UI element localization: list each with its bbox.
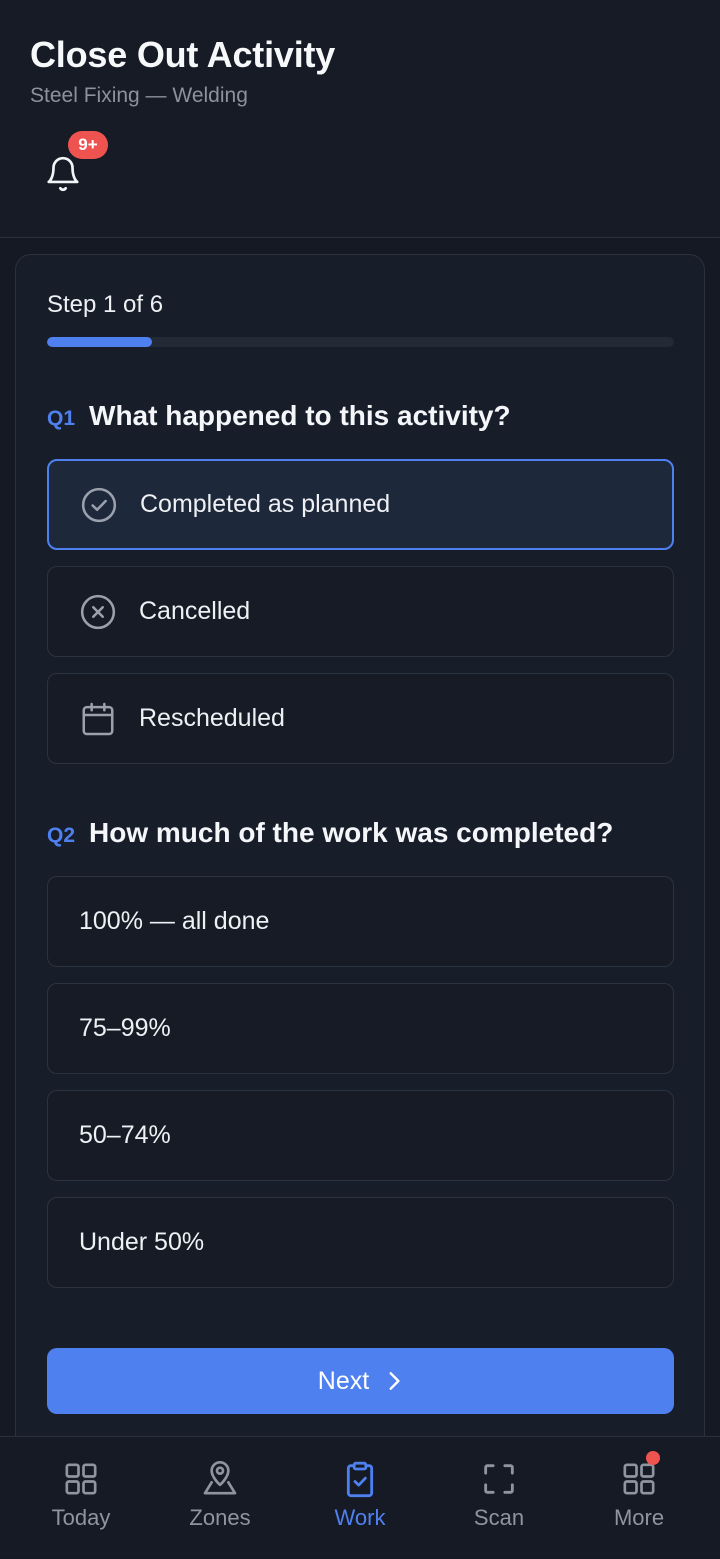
page-subtitle: Steel Fixing — Welding — [30, 84, 248, 107]
option-100-percent[interactable]: 100% — all done — [47, 876, 674, 967]
question-1: Q1 What happened to this activity? — [47, 400, 511, 432]
option-rescheduled[interactable]: Rescheduled — [47, 673, 674, 764]
option-label: 75–99% — [79, 1014, 171, 1042]
clipboard-check-icon — [346, 1461, 374, 1498]
next-label: Next — [317, 1366, 370, 1395]
check-circle-icon — [79, 485, 119, 525]
bell-icon — [47, 156, 79, 192]
calendar-icon — [78, 699, 118, 739]
tab-label: Work — [334, 1505, 386, 1530]
app-header: Close Out Activity Steel Fixing — Weldin… — [0, 0, 720, 238]
question-number: Q2 — [47, 824, 76, 847]
option-label: 100% — all done — [79, 907, 270, 935]
progress-bar — [47, 337, 674, 347]
question-number: Q1 — [47, 407, 76, 430]
scan-frame-icon — [484, 1464, 514, 1494]
tab-label: Today — [51, 1505, 111, 1530]
tab-work[interactable]: Work — [288, 1437, 432, 1559]
option-label: Cancelled — [139, 597, 251, 625]
tab-today[interactable]: Today — [9, 1437, 153, 1559]
grid-icon — [65, 1463, 97, 1495]
question-text: How much of the work was completed? — [89, 817, 614, 848]
next-button[interactable]: Next — [47, 1348, 674, 1414]
more-notification-dot — [646, 1451, 660, 1465]
option-label: Under 50% — [79, 1228, 205, 1256]
map-pin-icon — [203, 1461, 237, 1495]
tab-scan[interactable]: Scan — [427, 1437, 571, 1559]
option-label: Rescheduled — [139, 704, 285, 732]
question-text: What happened to this activity? — [89, 400, 511, 431]
notification-badge: 9+ — [68, 131, 108, 159]
tab-label: Zones — [189, 1505, 251, 1530]
x-circle-icon — [78, 592, 118, 632]
page-title: Close Out Activity — [30, 34, 336, 75]
option-cancelled[interactable]: Cancelled — [47, 566, 674, 657]
question-2: Q2 How much of the work was completed? — [47, 817, 613, 849]
tab-more[interactable]: More — [567, 1437, 711, 1559]
chevron-right-icon — [389, 1372, 400, 1390]
tab-zones[interactable]: Zones — [148, 1437, 292, 1559]
option-completed-as-planned[interactable]: Completed as planned — [47, 459, 674, 550]
tab-label: Scan — [473, 1505, 525, 1530]
option-50-74-percent[interactable]: 50–74% — [47, 1090, 674, 1181]
bottom-tab-bar: Today Zones Work Scan More — [0, 1436, 720, 1558]
step-indicator: Step 1 of 6 — [47, 291, 164, 318]
progress-fill — [47, 337, 152, 347]
close-out-card: Step 1 of 6 Q1 What happened to this act… — [15, 254, 705, 1454]
option-label: 50–74% — [79, 1121, 171, 1149]
option-label: Completed as planned — [140, 490, 391, 518]
option-under-50-percent[interactable]: Under 50% — [47, 1197, 674, 1288]
option-75-99-percent[interactable]: 75–99% — [47, 983, 674, 1074]
apps-icon — [623, 1463, 655, 1495]
tab-label: More — [613, 1505, 665, 1530]
